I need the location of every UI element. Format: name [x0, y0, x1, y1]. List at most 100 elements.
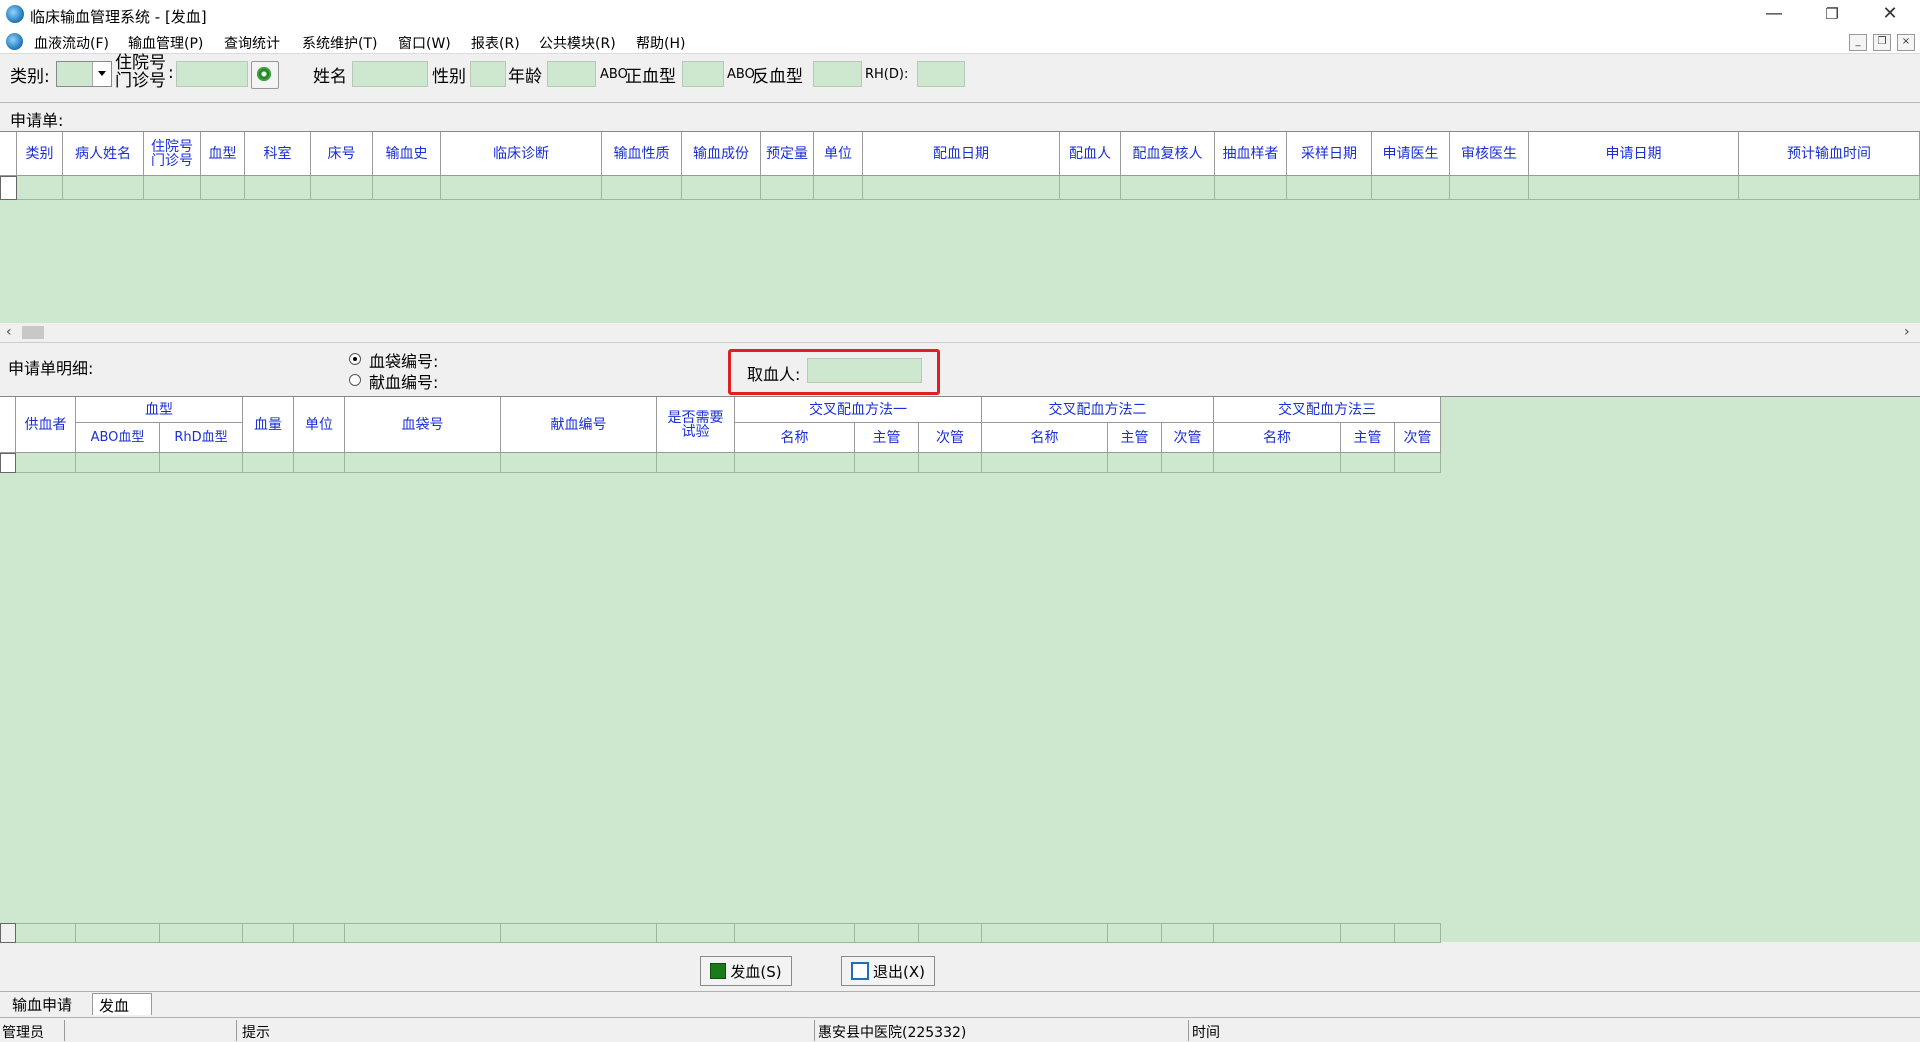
col-header-category[interactable]: 类别 — [17, 132, 63, 176]
col-header-request-date[interactable]: 申请日期 — [1529, 132, 1739, 176]
table-cell[interactable] — [1162, 453, 1214, 473]
col-header-donor[interactable]: 供血者 — [16, 397, 76, 453]
table-cell[interactable] — [16, 453, 76, 473]
col-header-crossmatch-1-major[interactable]: 主管 — [855, 423, 919, 453]
abo-reverse-field[interactable] — [813, 61, 862, 87]
table-cell[interactable] — [501, 453, 657, 473]
col-header-rhd[interactable]: RhD血型 — [160, 423, 243, 453]
request-grid-scrollbar[interactable]: ‹ › — [0, 323, 1920, 343]
table-cell[interactable] — [761, 176, 814, 200]
table-cell[interactable] — [602, 176, 682, 200]
search-gear-icon[interactable] — [251, 61, 279, 89]
menu-window[interactable]: 窗口(W) — [398, 33, 451, 53]
age-field[interactable] — [547, 61, 596, 87]
col-header-crossmatch-date[interactable]: 配血日期 — [863, 132, 1060, 176]
sex-field[interactable] — [470, 61, 506, 87]
detail-grid[interactable]: 供血者 血型 ABO血型 RhD血型 血量 单位 血袋号 献血编号 是否需要 试… — [0, 396, 1920, 943]
blood-taker-field[interactable] — [807, 358, 922, 383]
table-cell[interactable] — [814, 176, 863, 200]
table-cell[interactable] — [1108, 453, 1162, 473]
table-cell[interactable] — [657, 453, 735, 473]
col-header-volume[interactable]: 血量 — [243, 397, 294, 453]
col-header-unit[interactable]: 单位 — [294, 397, 345, 453]
table-cell[interactable] — [1287, 176, 1372, 200]
col-header-crossmatch-3-name[interactable]: 名称 — [1214, 423, 1341, 453]
col-header-blood-component[interactable]: 输血成份 — [682, 132, 761, 176]
mdi-restore-button[interactable]: ❐ — [1873, 34, 1891, 51]
request-grid[interactable]: 类别 病人姓名 住院号门诊号 血型 科室 床号 输血史 临床诊断 输血性质 输血… — [0, 131, 1920, 323]
col-header-crossmatch-person[interactable]: 配血人 — [1060, 132, 1121, 176]
col-header-crossmatch-2-minor[interactable]: 次管 — [1162, 423, 1214, 453]
col-header-crossmatch-3-major[interactable]: 主管 — [1341, 423, 1395, 453]
table-cell[interactable] — [1060, 176, 1121, 200]
table-cell[interactable] — [1121, 176, 1215, 200]
col-header-bag-number[interactable]: 血袋号 — [345, 397, 501, 453]
table-cell[interactable] — [1372, 176, 1450, 200]
col-header-transfusion-nature[interactable]: 输血性质 — [602, 132, 682, 176]
name-field[interactable] — [352, 61, 428, 87]
inpatient-number-field[interactable] — [176, 61, 248, 87]
table-cell[interactable] — [919, 453, 982, 473]
table-cell[interactable] — [17, 176, 63, 200]
table-cell[interactable] — [1529, 176, 1739, 200]
col-header-crossmatch-reviewer[interactable]: 配血复核人 — [1121, 132, 1215, 176]
col-header-donation-number[interactable]: 献血编号 — [501, 397, 657, 453]
mdi-minimize-button[interactable]: _ — [1849, 34, 1867, 51]
col-header-abo[interactable]: ABO血型 — [76, 423, 160, 453]
table-cell[interactable] — [1395, 453, 1441, 473]
col-header-inpatient-no[interactable]: 住院号门诊号 — [144, 132, 201, 176]
col-header-planned-amount[interactable]: 预定量 — [761, 132, 814, 176]
col-header-bed-no[interactable]: 床号 — [311, 132, 373, 176]
table-cell[interactable] — [144, 176, 201, 200]
table-cell[interactable] — [311, 176, 373, 200]
table-cell[interactable] — [245, 176, 311, 200]
table-cell[interactable] — [243, 453, 294, 473]
tab-issue-blood[interactable]: 发血 — [99, 995, 129, 1016]
table-cell[interactable] — [682, 176, 761, 200]
row-selector[interactable] — [0, 453, 16, 473]
table-cell[interactable] — [735, 453, 855, 473]
menu-reports[interactable]: 报表(R) — [471, 33, 520, 53]
row-selector[interactable] — [0, 176, 17, 200]
col-header-sample-date[interactable]: 采样日期 — [1287, 132, 1372, 176]
menu-blood-flow[interactable]: 血液流动(F) — [34, 33, 109, 53]
col-header-expected-transfusion-time[interactable]: 预计输血时间 — [1739, 132, 1920, 176]
scroll-right-icon[interactable]: › — [1904, 324, 1910, 340]
table-cell[interactable] — [160, 453, 243, 473]
abo-positive-field[interactable] — [682, 61, 724, 87]
table-cell[interactable] — [855, 453, 919, 473]
table-cell[interactable] — [294, 453, 345, 473]
col-header-clinical-diagnosis[interactable]: 临床诊断 — [441, 132, 602, 176]
table-cell[interactable] — [1215, 176, 1287, 200]
mdi-close-button[interactable]: × — [1897, 34, 1915, 51]
table-cell[interactable] — [63, 176, 144, 200]
scroll-thumb[interactable] — [22, 326, 44, 339]
menu-help[interactable]: 帮助(H) — [636, 33, 685, 53]
col-header-patient-name[interactable]: 病人姓名 — [63, 132, 144, 176]
table-cell[interactable] — [373, 176, 441, 200]
scroll-left-icon[interactable]: ‹ — [6, 324, 12, 340]
table-cell[interactable] — [982, 453, 1108, 473]
tab-transfusion-request[interactable]: 输血申请 — [12, 994, 72, 1015]
category-select[interactable] — [56, 61, 112, 87]
exit-button[interactable]: 退出(X) — [841, 956, 935, 986]
table-cell[interactable] — [441, 176, 602, 200]
col-header-department[interactable]: 科室 — [245, 132, 311, 176]
radio-donation-number[interactable] — [349, 374, 361, 386]
col-header-need-test[interactable]: 是否需要 试验 — [657, 397, 735, 453]
table-cell[interactable] — [201, 176, 245, 200]
table-cell[interactable] — [1341, 453, 1395, 473]
chevron-down-icon[interactable] — [92, 62, 111, 86]
table-cell[interactable] — [76, 453, 160, 473]
table-cell[interactable] — [1214, 453, 1341, 473]
col-header-crossmatch-2-name[interactable]: 名称 — [982, 423, 1108, 453]
col-header-crossmatch-3-minor[interactable]: 次管 — [1395, 423, 1441, 453]
minimize-button[interactable]: — — [1745, 0, 1803, 30]
col-header-crossmatch-1-minor[interactable]: 次管 — [919, 423, 982, 453]
menu-system-maintenance[interactable]: 系统维护(T) — [302, 33, 377, 53]
close-button[interactable]: ✕ — [1861, 0, 1919, 30]
menu-transfusion-mgmt[interactable]: 输血管理(P) — [128, 33, 203, 53]
table-cell[interactable] — [345, 453, 501, 473]
col-header-unit[interactable]: 单位 — [814, 132, 863, 176]
col-header-transfusion-history[interactable]: 输血史 — [373, 132, 441, 176]
